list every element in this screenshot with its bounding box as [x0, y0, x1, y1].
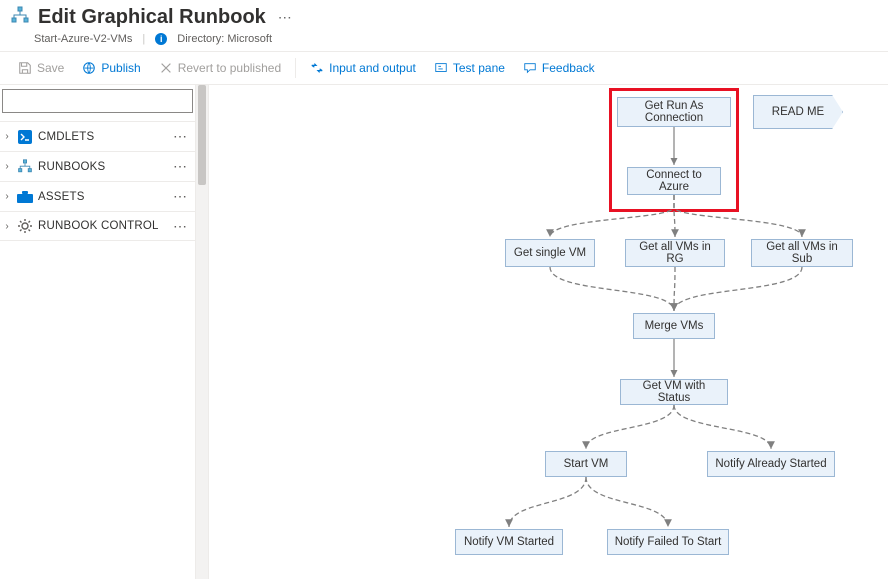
node-already[interactable]: Notify Already Started	[707, 451, 835, 477]
command-bar: Save Publish Revert to published Input a…	[0, 51, 888, 85]
directory-label: Directory: Microsoft	[177, 33, 272, 45]
gear-icon	[16, 217, 34, 235]
library-row-runbooks[interactable]: › RUNBOOKS ⋯	[0, 151, 195, 181]
node-start[interactable]: Start VM	[545, 451, 627, 477]
design-canvas[interactable]: Get Run As Connection READ ME Connect to…	[209, 85, 888, 579]
node-vms-rg[interactable]: Get all VMs in RG	[625, 239, 725, 267]
more-icon[interactable]: ⋯	[173, 158, 191, 175]
search-input[interactable]	[2, 89, 193, 113]
revert-button: Revert to published	[151, 57, 289, 79]
assets-icon	[16, 188, 34, 206]
node-readme[interactable]: READ ME	[753, 95, 843, 129]
info-icon: i	[155, 33, 167, 45]
test-pane-button[interactable]: Test pane	[426, 57, 513, 79]
more-icon[interactable]: ⋯	[274, 9, 292, 26]
save-button: Save	[10, 57, 72, 79]
library-search[interactable]	[2, 89, 193, 113]
node-get-conn[interactable]: Get Run As Connection	[617, 97, 731, 127]
chevron-right-icon: ›	[2, 221, 12, 232]
library-scrollbar[interactable]	[196, 85, 209, 579]
input-output-button[interactable]: Input and output	[302, 57, 424, 79]
library-label: RUNBOOKS	[38, 161, 105, 173]
node-connect[interactable]: Connect to Azure	[627, 167, 721, 195]
node-started[interactable]: Notify VM Started	[455, 529, 563, 555]
library-row-assets[interactable]: › ASSETS ⋯	[0, 181, 195, 211]
page-header: Edit Graphical Runbook ⋯	[0, 0, 888, 33]
library-label: CMDLETS	[38, 131, 94, 143]
cmdlets-icon	[16, 128, 34, 146]
node-vms-sub[interactable]: Get all VMs in Sub	[751, 239, 853, 267]
more-icon[interactable]: ⋯	[173, 188, 191, 205]
runbooks-icon	[16, 158, 34, 176]
feedback-button[interactable]: Feedback	[515, 57, 603, 79]
more-icon[interactable]: ⋯	[173, 218, 191, 235]
more-icon[interactable]: ⋯	[173, 128, 191, 145]
node-status[interactable]: Get VM with Status	[620, 379, 728, 405]
node-merge[interactable]: Merge VMs	[633, 313, 715, 339]
chevron-right-icon: ›	[2, 161, 12, 172]
library-row-cmdlets[interactable]: › CMDLETS ⋯	[0, 121, 195, 151]
node-failed[interactable]: Notify Failed To Start	[607, 529, 729, 555]
page-title: Edit Graphical Runbook	[38, 6, 266, 29]
library-panel: › CMDLETS ⋯ › RUNBOOKS ⋯ › ASSETS ⋯ › RUNBOOK CONT…	[0, 85, 196, 579]
breadcrumb: Start-Azure-V2-VMs | i Directory: Micros…	[0, 33, 888, 51]
chevron-right-icon: ›	[2, 191, 12, 202]
node-single-vm[interactable]: Get single VM	[505, 239, 595, 267]
runbook-icon	[10, 6, 30, 29]
publish-button[interactable]: Publish	[74, 57, 148, 79]
library-row-runbook-control[interactable]: › RUNBOOK CONTROL ⋯	[0, 211, 195, 241]
chevron-right-icon: ›	[2, 131, 12, 142]
library-label: RUNBOOK CONTROL	[38, 220, 159, 232]
library-label: ASSETS	[38, 191, 85, 203]
runbook-name-link[interactable]: Start-Azure-V2-VMs	[34, 33, 132, 45]
